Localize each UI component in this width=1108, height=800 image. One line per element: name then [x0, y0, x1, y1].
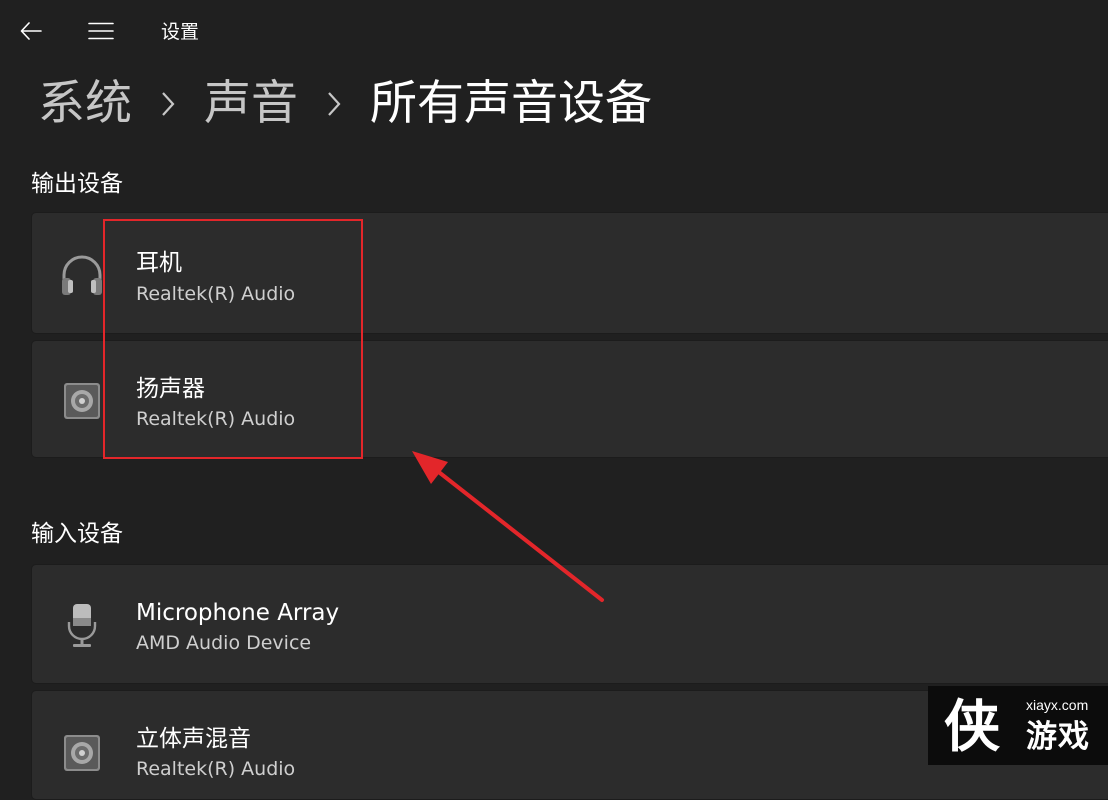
device-name: 立体声混音: [136, 726, 251, 752]
app-title: 设置: [161, 21, 200, 43]
speaker-icon: [56, 727, 108, 779]
breadcrumb-item-sound[interactable]: 声音: [204, 74, 298, 134]
microphone-icon: [56, 599, 108, 651]
watermark-url: xiayx.com: [1026, 697, 1089, 713]
device-subtitle: AMD Audio Device: [136, 632, 312, 654]
device-subtitle: Realtek(R) Audio: [136, 283, 296, 305]
input-section-title: 输入设备: [31, 521, 123, 547]
title-bar: 设置: [0, 0, 1108, 64]
svg-text:侠: 侠: [944, 695, 1000, 756]
device-card-speaker[interactable]: 扬声器 Realtek(R) Audio: [31, 340, 1108, 458]
device-subtitle: Realtek(R) Audio: [136, 758, 296, 780]
headphones-icon: [56, 249, 108, 301]
device-card-headphones[interactable]: 耳机 Realtek(R) Audio: [31, 212, 1108, 334]
device-name: 耳机: [136, 250, 182, 276]
menu-button[interactable]: [84, 14, 118, 48]
hamburger-menu-icon: [88, 22, 114, 40]
device-name: Microphone Array: [136, 600, 340, 626]
back-arrow-icon: [20, 22, 42, 40]
page-title: 所有声音设备: [370, 76, 652, 131]
breadcrumb-separator-icon: [298, 91, 370, 117]
device-subtitle: Realtek(R) Audio: [136, 408, 296, 430]
watermark-logo: 侠: [944, 695, 1000, 756]
device-name: 扬声器: [136, 376, 205, 402]
output-section-title: 输出设备: [31, 171, 123, 197]
breadcrumb-item-system[interactable]: 系统: [38, 74, 132, 134]
breadcrumb-separator-icon: [132, 91, 204, 117]
back-button[interactable]: [14, 14, 48, 48]
device-card-microphone[interactable]: Microphone Array AMD Audio Device: [31, 564, 1108, 684]
breadcrumb: 系统 声音 所有声音设备: [38, 72, 652, 136]
watermark: 侠 xiayx.com 游戏: [928, 686, 1108, 765]
speaker-icon: [56, 375, 108, 427]
watermark-name: 游戏: [1026, 719, 1090, 755]
